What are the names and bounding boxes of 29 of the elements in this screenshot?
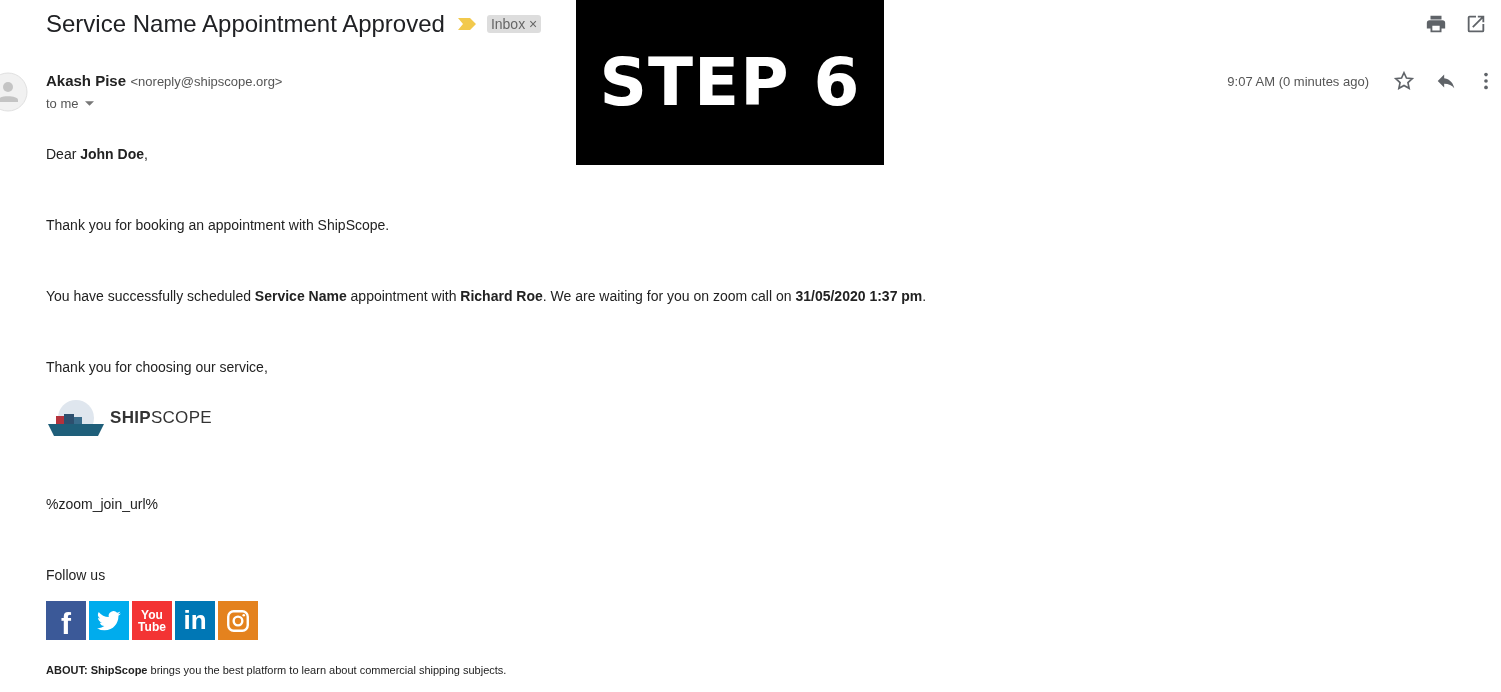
about-text: ABOUT: ShipScope brings you the best platform to learn about commercial shipping subjects. (46, 664, 508, 676)
external-link-icon[interactable] (1465, 13, 1487, 35)
instagram-link[interactable] (218, 601, 258, 640)
caret-icon[interactable] (84, 100, 94, 107)
remove-label-button[interactable]: × (529, 16, 538, 32)
ship-logo-icon (46, 398, 106, 438)
email-subject: Service Name Appointment Approved (46, 10, 445, 38)
recipient-text: to me (46, 96, 79, 111)
youtube-link[interactable]: You Tube (132, 601, 172, 640)
logo-wordmark: SHIPSCOPE (110, 408, 212, 428)
inbox-label: Inbox × (486, 15, 542, 33)
twitter-link[interactable] (89, 601, 129, 640)
body-paragraph: Dear John Doe, (46, 145, 149, 164)
star-icon[interactable] (1393, 70, 1415, 92)
body-paragraph: You have successfully scheduled Service Name appointment with Richard Roe. We are waiting for you on zoom call on 31/05/2020 1:37 pm. (46, 287, 928, 306)
body-paragraph: Thank you for choosing our service, (46, 358, 269, 377)
follow-text: Follow us (46, 566, 107, 585)
camera-icon (225, 607, 251, 634)
sender-email: <noreply@shipscope.org> (130, 74, 283, 89)
timestamp: 9:07 AM (0 minutes ago) (1227, 74, 1369, 89)
facebook-link[interactable]: f (46, 601, 86, 640)
join-url-text: %zoom_join_url% (46, 495, 160, 514)
body-paragraph: Thank you for booking an appointment with ShipScope. (46, 216, 391, 235)
importance-marker-icon[interactable] (456, 17, 477, 31)
step-label: STEP 6 (599, 44, 861, 121)
linkedin-link[interactable]: in (175, 601, 215, 640)
avatar-icon (0, 72, 28, 112)
print-icon[interactable] (1425, 13, 1447, 35)
sender-name: Akash Pise (46, 72, 127, 89)
